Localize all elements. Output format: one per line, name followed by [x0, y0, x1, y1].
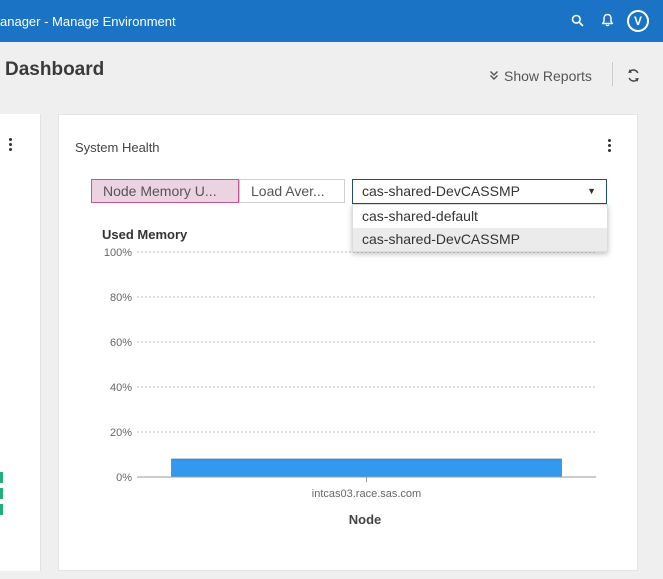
show-reports-label: Show Reports — [504, 68, 592, 84]
x-tick-label: intcas03.race.sas.com — [312, 488, 421, 500]
y-tick-label: 80% — [110, 292, 132, 304]
bell-icon[interactable] — [598, 11, 616, 29]
dropdown-option-devcassmp[interactable]: cas-shared-DevCASSMP — [353, 228, 607, 251]
y-tick-label: 0% — [116, 472, 132, 484]
y-tick-label: 100% — [104, 247, 132, 259]
chart-grid: 0% 20% 40% 60% 80% 100% — [104, 247, 596, 484]
chart-title: Used Memory — [102, 227, 188, 242]
left-dashboard-card — [0, 114, 41, 571]
status-indicator — [0, 472, 3, 483]
y-tick-label: 40% — [110, 382, 132, 394]
y-tick-label: 20% — [110, 427, 132, 439]
chart-bars — [171, 458, 562, 478]
chart-x-axis: intcas03.race.sas.com — [137, 476, 596, 500]
system-health-card: System Health Node Memory U... Load Aver… — [58, 114, 638, 571]
app-header: anager - Manage Environment V — [0, 0, 663, 42]
refresh-icon[interactable] — [624, 66, 642, 84]
double-chevron-down-icon — [489, 68, 499, 84]
header-divider — [612, 62, 613, 86]
search-icon[interactable] — [568, 11, 586, 29]
dropdown-option-default[interactable]: cas-shared-default — [353, 205, 607, 228]
status-indicator — [0, 504, 3, 515]
bar[interactable] — [171, 458, 562, 478]
server-dropdown-menu: cas-shared-default cas-shared-DevCASSMP — [352, 204, 608, 252]
y-tick-label: 60% — [110, 337, 132, 349]
user-avatar[interactable]: V — [627, 10, 649, 32]
show-reports-button[interactable]: Show Reports — [489, 68, 592, 84]
status-indicator — [0, 488, 3, 499]
chart-x-axis-label: Node — [349, 512, 382, 527]
page-header: Dashboard Show Reports — [0, 42, 663, 114]
page-title: Dashboard — [5, 59, 105, 80]
app-title: anager - Manage Environment — [0, 14, 176, 29]
used-memory-chart: Used Memory 0% 20% 40% 60% 80% 100% intcas03.… — [102, 227, 596, 527]
left-card-menu-icon[interactable] — [7, 138, 13, 151]
